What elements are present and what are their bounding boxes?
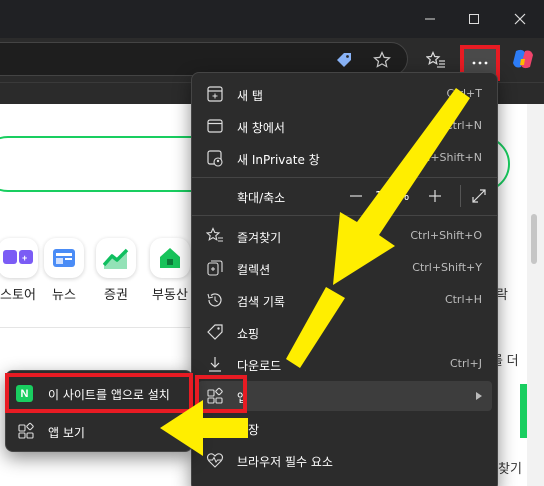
- collections-icon: [207, 260, 223, 276]
- zoom-in-button[interactable]: [422, 183, 448, 209]
- menu-shortcut: Ctrl+H: [444, 293, 482, 306]
- maximize-button[interactable]: [452, 4, 496, 34]
- menu-item-inprivate[interactable]: 새 InPrivate 창 Ctrl+Shift+N: [198, 143, 492, 173]
- menu-shortcut: Ctrl+Shift+Y: [412, 261, 482, 274]
- shopping-icon: [207, 324, 223, 340]
- menu-item-label: 검색 기록: [237, 295, 285, 309]
- stocks-icon: [96, 238, 136, 278]
- news-icon: [44, 238, 84, 278]
- service-label: 부동산: [152, 287, 188, 302]
- page-text-fragment: 찾기: [498, 461, 522, 476]
- minimize-icon: [425, 18, 435, 20]
- menu-item-label: 확장: [237, 423, 260, 437]
- menu-shortcut: Ctrl+Shift+N: [410, 151, 482, 164]
- extensions-icon: [208, 421, 222, 435]
- minimize-button[interactable]: [408, 4, 452, 34]
- maximize-icon: [469, 14, 479, 24]
- favorites-icon: [206, 227, 223, 242]
- add-favorite-button[interactable]: [368, 46, 396, 74]
- minus-icon: [350, 195, 362, 197]
- real-estate-icon: [150, 238, 190, 278]
- apps-grid-icon: [18, 422, 34, 439]
- favorites-button[interactable]: [422, 46, 450, 74]
- copilot-icon[interactable]: [511, 47, 535, 71]
- menu-item-new-window[interactable]: 새 창에서 Ctrl+N: [198, 111, 492, 141]
- menu-item-label: 쇼핑: [237, 327, 260, 341]
- menu-item-label: 앱 보기: [48, 426, 85, 440]
- title-bar: [0, 0, 544, 38]
- more-icon: [472, 61, 488, 65]
- new-tab-icon: [207, 86, 223, 102]
- favorite-star-icon: [373, 51, 391, 68]
- menu-item-label: 새 InPrivate 창: [237, 153, 320, 167]
- page-divider: [0, 327, 190, 328]
- menu-shortcut: Ctrl+Shift+O: [410, 229, 482, 242]
- fullscreen-icon: [472, 189, 486, 203]
- scrollbar-thumb[interactable]: [531, 214, 537, 264]
- menu-item-label: 새 창에서: [237, 121, 285, 135]
- menu-separator: [192, 215, 497, 216]
- store-icon: +: [0, 238, 38, 278]
- service-stocks[interactable]: 증권: [88, 238, 144, 303]
- menu-item-browser-essentials[interactable]: 브라우저 필수 요소: [198, 445, 492, 475]
- menu-item-extensions[interactable]: 확장: [198, 413, 492, 443]
- tag-button[interactable]: [330, 46, 358, 74]
- heart-pulse-icon: [206, 453, 224, 468]
- svg-text:+: +: [22, 253, 27, 263]
- new-window-icon: [207, 119, 223, 133]
- highlight-install-box: [5, 373, 193, 413]
- history-icon: [207, 293, 222, 307]
- service-news[interactable]: 뉴스: [36, 238, 92, 303]
- menu-shortcut: Ctrl+T: [446, 87, 482, 100]
- settings-menu: 새 탭 Ctrl+T 새 창에서 Ctrl+N 새 InPrivate 창 Ct…: [191, 72, 498, 486]
- menu-separator: [192, 177, 497, 178]
- menu-item-label: 브라우저 필수 요소: [237, 455, 333, 469]
- close-button[interactable]: [498, 4, 542, 34]
- zoom-out-button[interactable]: [343, 183, 369, 209]
- menu-item-new-tab[interactable]: 새 탭 Ctrl+T: [198, 79, 492, 109]
- favorites-icon: [426, 51, 445, 68]
- service-real-estate[interactable]: 부동산: [142, 238, 198, 303]
- zoom-divider: [460, 185, 461, 207]
- page-scrollbar[interactable]: [527, 104, 544, 486]
- menu-item-label: 컬렉션: [237, 263, 271, 277]
- tag-icon: [337, 53, 351, 67]
- menu-item-history[interactable]: 검색 기록 Ctrl+H: [198, 285, 492, 315]
- menu-item-label: 즐겨찾기: [237, 231, 282, 245]
- menu-item-label: 다운로드: [237, 359, 282, 373]
- plus-icon: [429, 190, 441, 202]
- close-icon: [514, 13, 526, 25]
- menu-shortcut: Ctrl+N: [444, 119, 482, 132]
- chevron-right-icon: [476, 392, 482, 400]
- inprivate-icon: [207, 150, 223, 167]
- service-label: 증권: [104, 287, 128, 302]
- menu-item-collections[interactable]: 컬렉션 Ctrl+Shift+Y: [198, 253, 492, 283]
- menu-item-zoom: 확대/축소 100%: [198, 181, 492, 211]
- menu-shortcut: Ctrl+J: [449, 357, 482, 370]
- download-icon: [209, 357, 221, 372]
- submenu-item-view-apps[interactable]: 앱 보기: [8, 415, 190, 447]
- highlight-apps-box: [195, 375, 247, 413]
- service-label: 뉴스: [52, 287, 76, 302]
- fullscreen-button[interactable]: [466, 183, 492, 209]
- menu-item-favorites[interactable]: 즐겨찾기 Ctrl+Shift+O: [198, 221, 492, 251]
- menu-item-shopping[interactable]: 쇼핑: [198, 317, 492, 347]
- zoom-level: 100%: [375, 189, 410, 203]
- menu-item-label: 확대/축소: [237, 191, 286, 205]
- menu-item-label: 새 탭: [237, 89, 263, 103]
